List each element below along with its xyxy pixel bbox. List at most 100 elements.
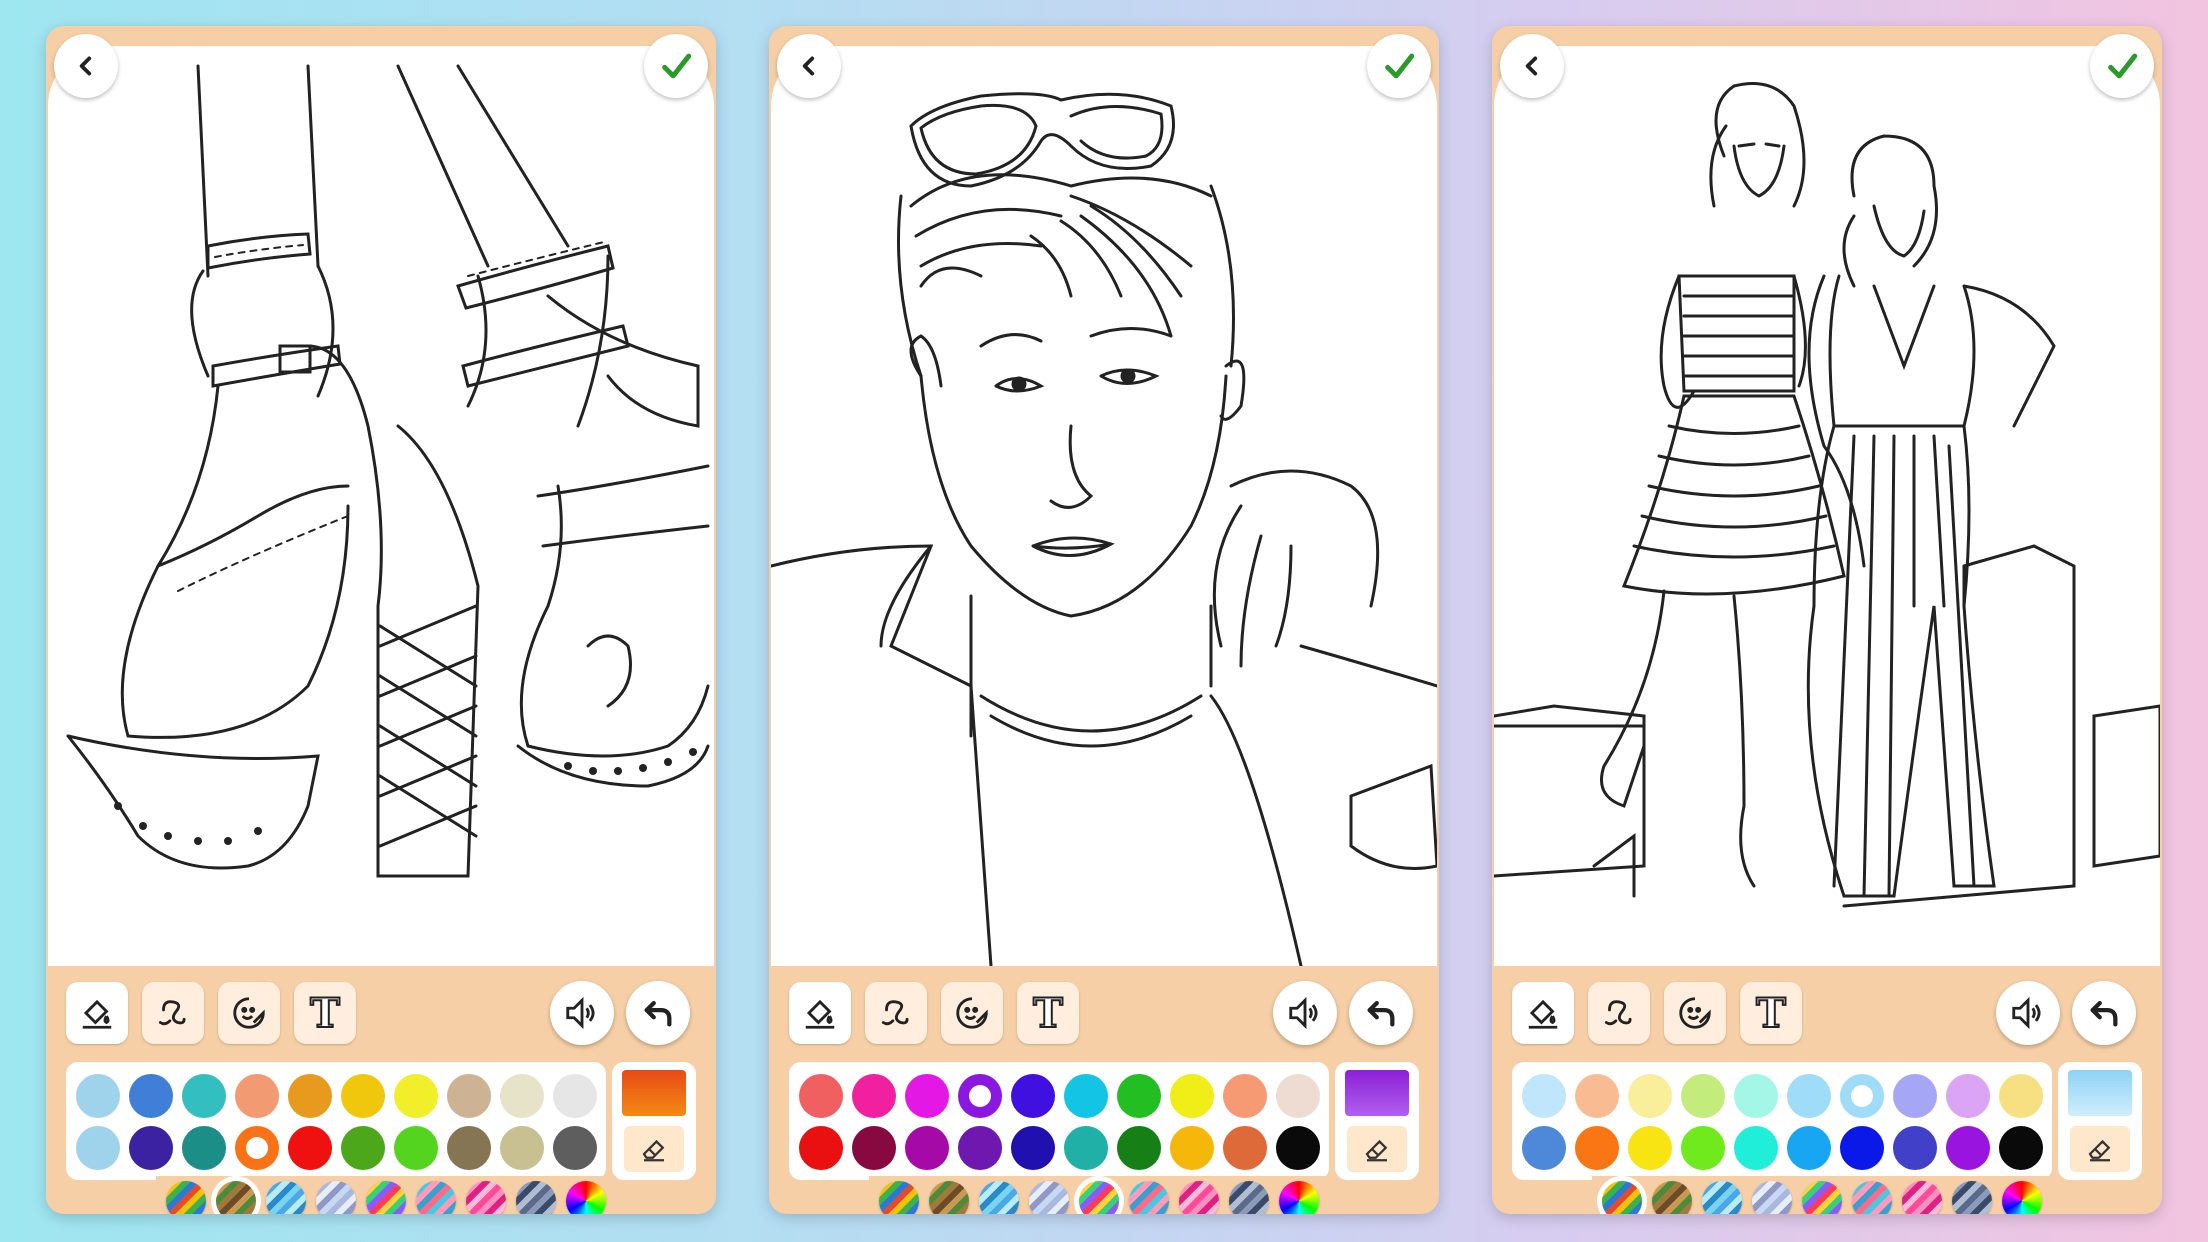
color-swatch[interactable] [76,1126,120,1170]
color-swatch[interactable] [1893,1074,1937,1118]
color-swatch[interactable] [1628,1126,1672,1170]
color-swatch[interactable] [1734,1126,1778,1170]
color-swatch[interactable] [500,1074,544,1118]
color-swatch[interactable] [1276,1074,1320,1118]
color-swatch[interactable] [905,1074,949,1118]
undo-button[interactable] [2072,981,2136,1045]
color-swatch[interactable] [500,1126,544,1170]
color-swatch[interactable] [1276,1126,1320,1170]
color-swatch[interactable] [852,1126,896,1170]
color-set-button[interactable] [416,1181,456,1214]
color-swatch[interactable] [129,1126,173,1170]
color-set-button[interactable] [1952,1181,1992,1214]
color-set-button[interactable] [216,1181,256,1214]
back-button[interactable] [777,34,841,98]
color-set-button[interactable] [1279,1181,1319,1214]
color-swatch[interactable] [799,1126,843,1170]
color-swatch[interactable] [1223,1126,1267,1170]
color-swatch[interactable] [1893,1126,1937,1170]
color-swatch[interactable] [1999,1126,2043,1170]
undo-button[interactable] [1349,981,1413,1045]
color-swatch[interactable] [553,1126,597,1170]
color-set-button[interactable] [1179,1181,1219,1214]
color-set-button[interactable] [1079,1181,1119,1214]
fill-tool[interactable] [66,982,128,1044]
drawing-canvas[interactable] [771,46,1437,966]
sound-button[interactable] [550,981,614,1045]
back-button[interactable] [1500,34,1564,98]
eraser-button[interactable] [1347,1126,1407,1172]
color-swatch[interactable] [1170,1074,1214,1118]
current-color-swatch[interactable] [1345,1070,1409,1116]
color-swatch[interactable] [958,1126,1002,1170]
color-set-button[interactable] [266,1181,306,1214]
color-swatch[interactable] [1117,1126,1161,1170]
color-swatch[interactable] [1011,1074,1055,1118]
color-swatch[interactable] [1117,1074,1161,1118]
color-set-button[interactable] [316,1181,356,1214]
sticker-tool[interactable] [941,982,1003,1044]
color-swatch[interactable] [182,1126,226,1170]
color-swatch[interactable] [553,1074,597,1118]
color-swatch[interactable] [1522,1074,1566,1118]
done-button[interactable] [644,34,708,98]
color-swatch[interactable] [1064,1074,1108,1118]
color-swatch[interactable] [1999,1074,2043,1118]
color-swatch[interactable] [76,1074,120,1118]
undo-button[interactable] [626,981,690,1045]
color-swatch[interactable] [799,1074,843,1118]
done-button[interactable] [2090,34,2154,98]
color-swatch[interactable] [1170,1126,1214,1170]
color-set-button[interactable] [166,1181,206,1214]
color-swatch[interactable] [235,1126,279,1170]
fill-tool[interactable] [1512,982,1574,1044]
color-set-button[interactable] [366,1181,406,1214]
color-swatch[interactable] [958,1074,1002,1118]
color-set-button[interactable] [1602,1181,1642,1214]
done-button[interactable] [1367,34,1431,98]
color-swatch[interactable] [1840,1126,1884,1170]
color-set-button[interactable] [1702,1181,1742,1214]
text-tool[interactable]: T [1740,982,1802,1044]
brush-tool[interactable] [142,982,204,1044]
color-swatch[interactable] [1681,1074,1725,1118]
color-set-button[interactable] [1652,1181,1692,1214]
color-swatch[interactable] [1787,1126,1831,1170]
color-swatch[interactable] [1575,1126,1619,1170]
sticker-tool[interactable] [218,982,280,1044]
color-swatch[interactable] [1575,1074,1619,1118]
brush-tool[interactable] [1588,982,1650,1044]
color-swatch[interactable] [341,1074,385,1118]
sound-button[interactable] [1273,981,1337,1045]
color-swatch[interactable] [1522,1126,1566,1170]
color-swatch[interactable] [1946,1074,1990,1118]
color-swatch[interactable] [1223,1074,1267,1118]
color-set-button[interactable] [516,1181,556,1214]
brush-tool[interactable] [865,982,927,1044]
eraser-button[interactable] [2070,1126,2130,1172]
color-set-button[interactable] [566,1181,606,1214]
drawing-canvas[interactable] [1494,46,2160,966]
color-set-button[interactable] [929,1181,969,1214]
color-set-button[interactable] [2002,1181,2042,1214]
text-tool[interactable]: T [1017,982,1079,1044]
color-set-button[interactable] [1802,1181,1842,1214]
color-swatch[interactable] [1840,1074,1884,1118]
sticker-tool[interactable] [1664,982,1726,1044]
color-set-button[interactable] [466,1181,506,1214]
color-set-button[interactable] [879,1181,919,1214]
color-swatch[interactable] [235,1074,279,1118]
color-swatch[interactable] [447,1074,491,1118]
current-color-swatch[interactable] [2068,1070,2132,1116]
color-swatch[interactable] [341,1126,385,1170]
color-set-button[interactable] [1752,1181,1792,1214]
color-swatch[interactable] [288,1126,332,1170]
color-swatch[interactable] [394,1074,438,1118]
color-set-button[interactable] [979,1181,1019,1214]
color-set-button[interactable] [1129,1181,1169,1214]
color-set-button[interactable] [1902,1181,1942,1214]
back-button[interactable] [54,34,118,98]
color-swatch[interactable] [1064,1126,1108,1170]
current-color-swatch[interactable] [622,1070,686,1116]
color-set-button[interactable] [1229,1181,1269,1214]
